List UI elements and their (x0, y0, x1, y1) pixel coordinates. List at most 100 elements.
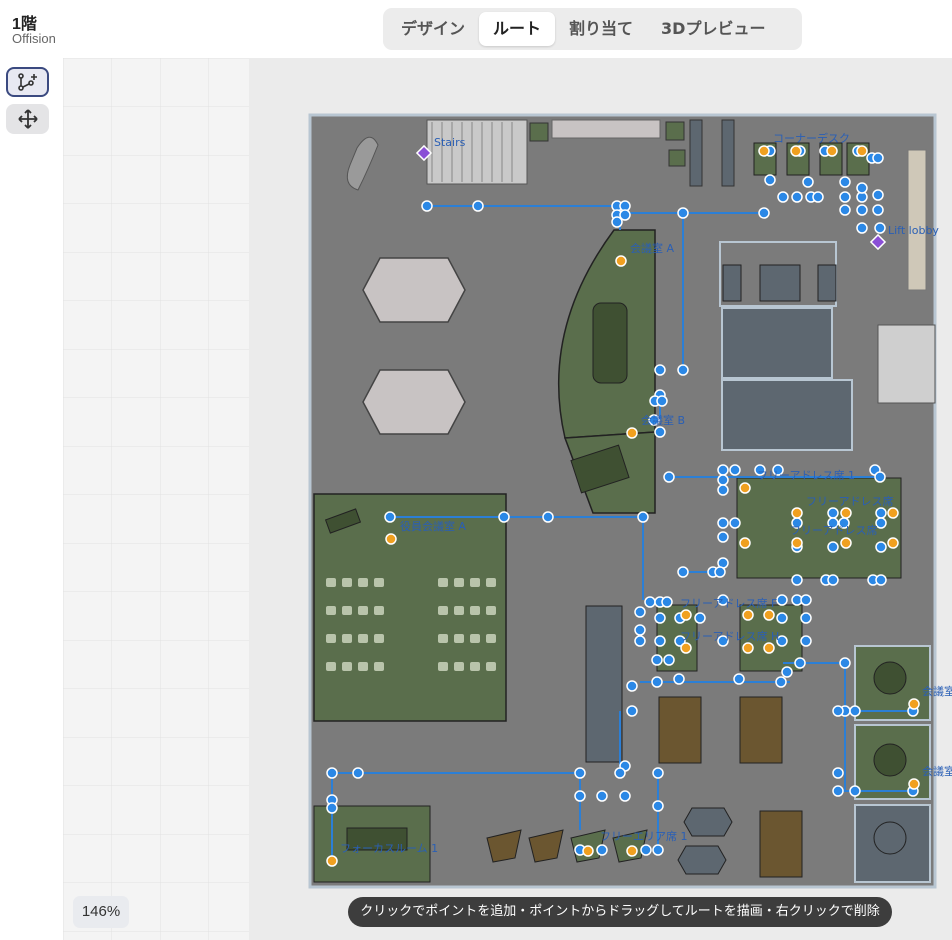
route-point (776, 594, 788, 606)
chair (454, 634, 464, 643)
chair (374, 606, 384, 615)
route-point (856, 182, 868, 194)
locker (721, 119, 735, 187)
chair (358, 634, 368, 643)
route-point (384, 511, 396, 523)
route-point (764, 174, 776, 186)
route-point (663, 471, 675, 483)
hex-table (362, 369, 466, 435)
route-point (626, 705, 638, 717)
label-room-a: 会議室 A (630, 241, 674, 255)
route-point (654, 426, 666, 438)
route-point (574, 790, 586, 802)
route-point (714, 566, 726, 578)
route-point (673, 673, 685, 685)
lift-doors (907, 149, 927, 291)
route-point (802, 176, 814, 188)
route-point (663, 654, 675, 666)
chair (326, 634, 336, 643)
chair (454, 662, 464, 671)
route-point (651, 654, 663, 666)
chair (438, 606, 448, 615)
route-point (654, 364, 666, 376)
chair (438, 634, 448, 643)
route-point (652, 844, 664, 856)
chair (358, 606, 368, 615)
stairs (426, 119, 528, 185)
route-point (872, 189, 884, 201)
route-point (596, 790, 608, 802)
chair (454, 578, 464, 587)
cabinet (551, 119, 661, 139)
move-icon (17, 109, 38, 129)
tab-3d-preview[interactable]: 3Dプレビュー (647, 12, 779, 46)
floorplan-svg[interactable]: Stairs Lift lobby 会議室 A 会議室 B 役員会議室 A コー… (63, 58, 952, 940)
route-point (634, 606, 646, 618)
route-point (875, 574, 887, 586)
chair (486, 634, 496, 643)
route-point (634, 624, 646, 636)
route-point (812, 191, 824, 203)
route-point (626, 680, 638, 692)
anchor-point (582, 845, 594, 857)
label-lift-lobby: Lift lobby (888, 224, 939, 237)
anchor-point (763, 642, 775, 654)
route-point (839, 657, 851, 669)
label-room-b: 会議室 B (641, 413, 685, 427)
chair (326, 578, 336, 587)
route-point (542, 511, 554, 523)
label-corner-desk: コーナーデスク (773, 131, 850, 145)
label-desk-group-h: フリーアドレス席 H (680, 629, 779, 643)
chair (470, 634, 480, 643)
route-point (827, 574, 839, 586)
label-room-right-2: 会議室 (922, 764, 952, 778)
label-room-right-1: 会議室 (922, 684, 952, 698)
route-point (839, 176, 851, 188)
route-add-icon (17, 73, 37, 91)
anchor-point (680, 609, 692, 621)
lift-desks (722, 264, 837, 302)
route-point (637, 511, 649, 523)
route-point (717, 484, 729, 496)
zoom-level[interactable]: 146% (73, 896, 129, 928)
tab-design[interactable]: デザイン (387, 12, 479, 46)
meeting-table (592, 302, 628, 384)
tab-assign[interactable]: 割り当て (555, 12, 647, 46)
route-point (717, 517, 729, 529)
chair (486, 606, 496, 615)
route-point (874, 471, 886, 483)
route-point (694, 612, 706, 624)
chair (326, 662, 336, 671)
route-point (827, 541, 839, 553)
service-room (721, 379, 853, 451)
route-point (872, 152, 884, 164)
route-point (874, 222, 886, 234)
anchor-point (887, 507, 899, 519)
route-point (654, 635, 666, 647)
route-point (775, 676, 787, 688)
chair (342, 662, 352, 671)
route-point (656, 395, 668, 407)
route-point (472, 200, 484, 212)
floorplan-canvas[interactable]: Stairs Lift lobby 会議室 A 会議室 B 役員会議室 A コー… (63, 58, 952, 940)
route-point (849, 705, 861, 717)
route-point (652, 800, 664, 812)
anchor-point (840, 507, 852, 519)
route-point (326, 802, 338, 814)
route-point (717, 474, 729, 486)
anchor-point (626, 427, 638, 439)
chair (486, 662, 496, 671)
anchor-point (385, 533, 397, 545)
route-point (794, 657, 806, 669)
tab-route[interactable]: ルート (479, 12, 556, 46)
anchor-point (739, 482, 751, 494)
move-tool-button[interactable] (6, 104, 49, 134)
route-point (640, 844, 652, 856)
route-point (717, 531, 729, 543)
planter (529, 122, 549, 142)
route-point (421, 200, 433, 212)
route-point (839, 204, 851, 216)
route-point (677, 364, 689, 376)
planter (665, 121, 685, 141)
route-tool-button[interactable] (6, 67, 49, 97)
